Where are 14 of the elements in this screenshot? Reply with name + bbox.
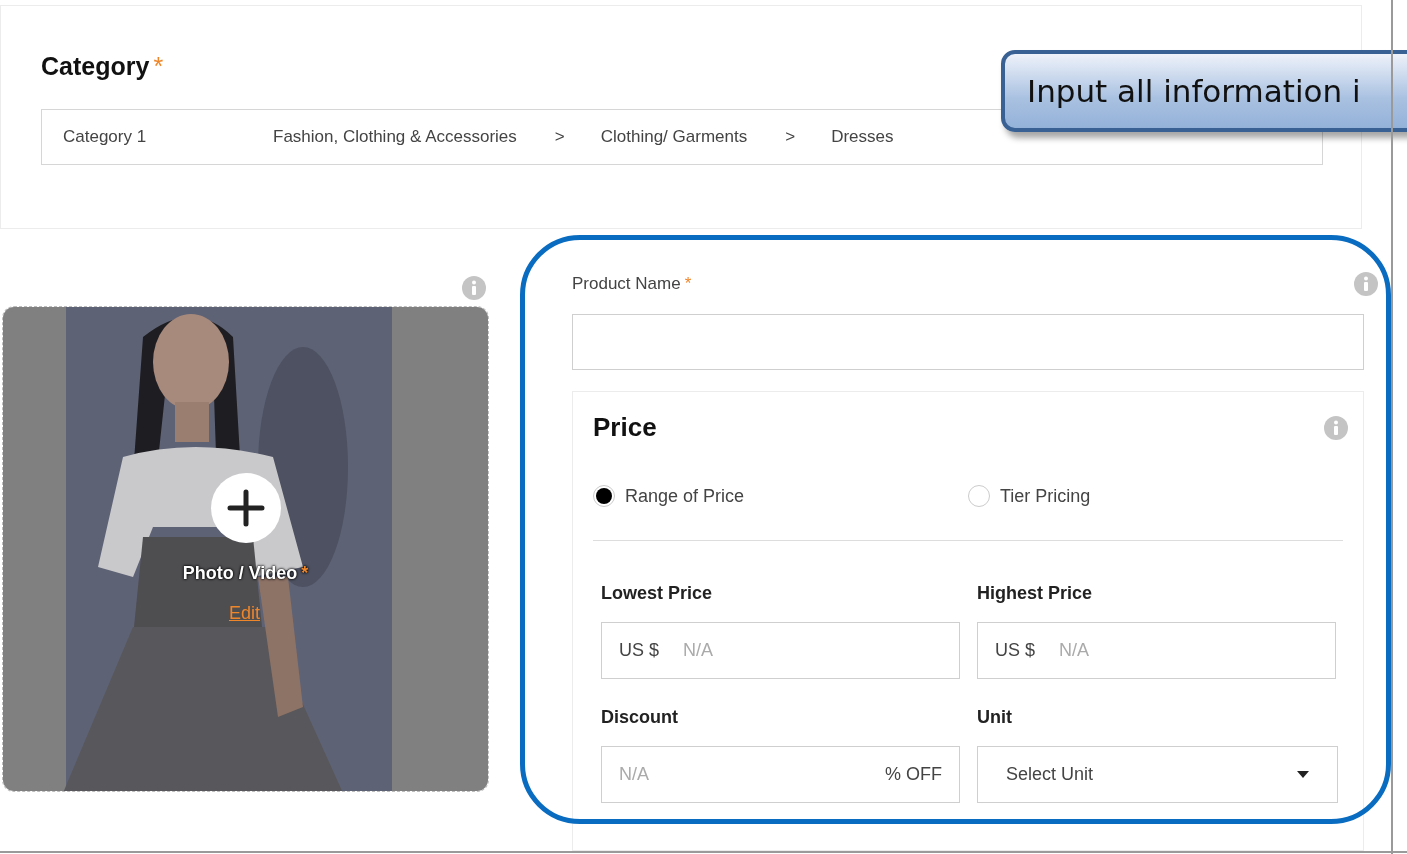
radio-option[interactable]: Range of Price	[593, 485, 968, 507]
section-title: Category *	[41, 52, 164, 81]
unit-dropdown[interactable]: Select Unit	[977, 746, 1338, 803]
callout-text: Input all information i	[1027, 73, 1361, 109]
section-title: Price	[593, 412, 657, 443]
field-label: Product Name *	[572, 274, 692, 294]
price-field[interactable]: US $ N/A	[977, 622, 1336, 679]
discount-field[interactable]: N/A % OFF	[601, 746, 960, 803]
field-label: Highest Price	[977, 583, 1093, 605]
field-label: Lowest Price	[601, 583, 713, 605]
radio-option[interactable]: Tier Pricing	[968, 485, 1343, 507]
field-label: Discount	[601, 707, 678, 729]
field-label: Unit	[977, 707, 1012, 729]
price-field[interactable]: US $ N/A	[601, 622, 960, 679]
